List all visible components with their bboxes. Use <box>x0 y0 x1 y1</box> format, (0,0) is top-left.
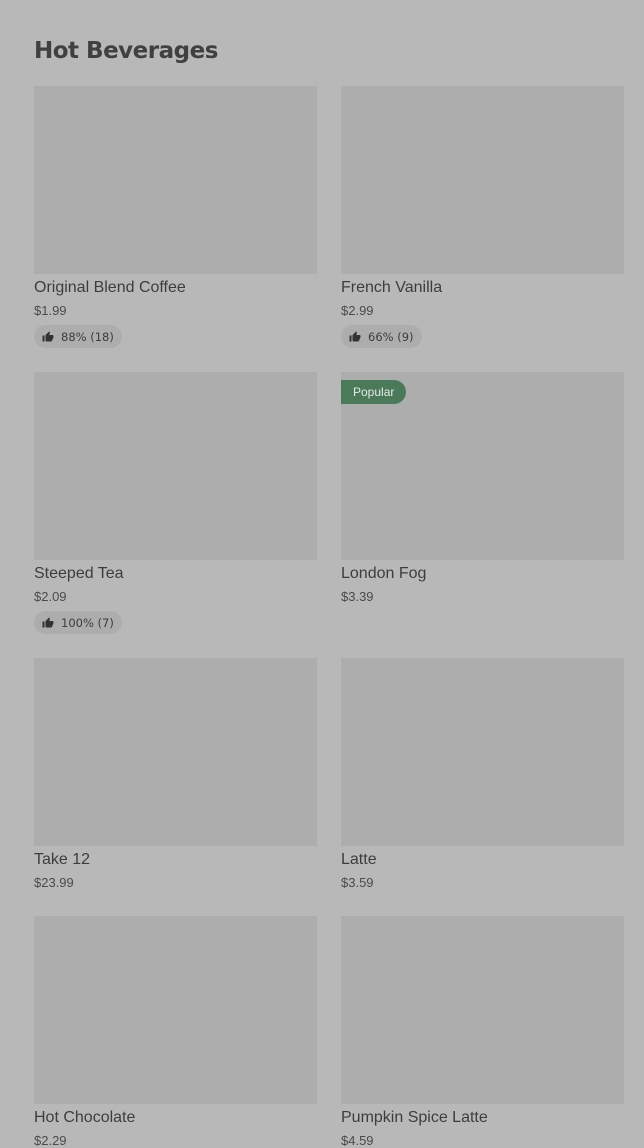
rating-text: 66% (9) <box>368 329 414 344</box>
rating-text: 100% (7) <box>61 615 114 630</box>
product-image[interactable] <box>34 372 317 560</box>
product-card-hot-chocolate[interactable]: Hot Chocolate $2.29 <box>34 916 317 1148</box>
product-image[interactable] <box>341 916 624 1104</box>
product-card-london-fog[interactable]: Popular London Fog $3.39 <box>341 372 624 604</box>
product-name[interactable]: Take 12 <box>34 851 90 869</box>
rating-badge: 88% (18) <box>34 325 122 348</box>
product-name[interactable]: Latte <box>341 851 377 869</box>
product-image[interactable] <box>341 658 624 846</box>
product-name[interactable]: Steeped Tea <box>34 565 124 583</box>
product-card-french-vanilla[interactable]: French Vanilla $2.99 66% (9) <box>341 86 624 348</box>
thumbs-up-icon <box>42 331 54 341</box>
thumbs-up-icon <box>349 331 361 341</box>
popular-badge: Popular <box>341 380 407 404</box>
product-image[interactable]: Popular <box>341 372 624 560</box>
product-name[interactable]: London Fog <box>341 565 426 583</box>
product-price: $1.99 <box>34 303 67 318</box>
product-image[interactable] <box>34 86 317 274</box>
rating-text: 88% (18) <box>61 329 114 344</box>
product-price: $23.99 <box>34 875 74 890</box>
product-price: $4.59 <box>341 1133 374 1148</box>
product-name[interactable]: French Vanilla <box>341 279 442 297</box>
section-title: Hot Beverages <box>34 38 218 64</box>
product-name[interactable]: Pumpkin Spice Latte <box>341 1109 488 1127</box>
product-price: $3.59 <box>341 875 374 890</box>
product-image[interactable] <box>34 658 317 846</box>
product-price: $3.39 <box>341 589 374 604</box>
rating-badge: 100% (7) <box>34 611 122 634</box>
product-card-latte[interactable]: Latte $3.59 <box>341 658 624 890</box>
product-card-take-12[interactable]: Take 12 $23.99 <box>34 658 317 890</box>
product-price: $2.09 <box>34 589 67 604</box>
product-name[interactable]: Original Blend Coffee <box>34 279 186 297</box>
product-price: $2.29 <box>34 1133 67 1148</box>
product-card-original-blend-coffee[interactable]: Original Blend Coffee $1.99 88% (18) <box>34 86 317 348</box>
rating-badge: 66% (9) <box>341 325 422 348</box>
product-card-pumpkin-spice-latte[interactable]: Pumpkin Spice Latte $4.59 <box>341 916 624 1148</box>
product-image[interactable] <box>34 916 317 1104</box>
product-card-steeped-tea[interactable]: Steeped Tea $2.09 100% (7) <box>34 372 317 634</box>
thumbs-up-icon <box>42 617 54 627</box>
product-name[interactable]: Hot Chocolate <box>34 1109 135 1127</box>
product-image[interactable] <box>341 86 624 274</box>
product-price: $2.99 <box>341 303 374 318</box>
